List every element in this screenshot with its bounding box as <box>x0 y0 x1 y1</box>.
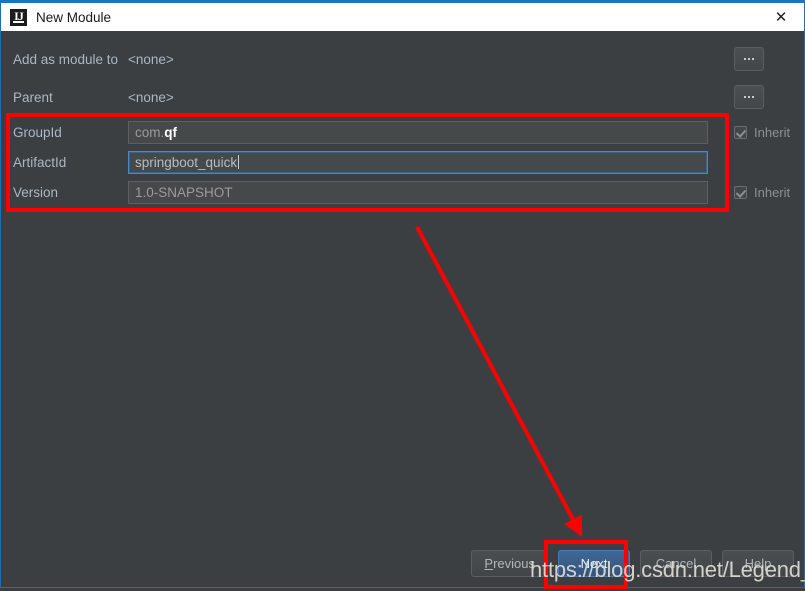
close-icon[interactable]: ✕ <box>758 3 804 31</box>
version-inherit-checkbox[interactable]: Inherit <box>734 185 790 200</box>
help-button[interactable]: Help <box>722 550 794 577</box>
row-version: Version 1.0-SNAPSHOT Inherit <box>1 180 804 204</box>
checkbox-checked-icon <box>734 185 747 199</box>
artifactid-input[interactable]: springboot_quick <box>128 150 708 174</box>
value-add-as-module-to[interactable]: <none> <box>128 52 174 67</box>
previous-button-mnemonic: P <box>484 556 494 571</box>
label-groupid: GroupId <box>13 124 62 140</box>
value-parent[interactable]: <none> <box>128 90 174 105</box>
browse-parent-button[interactable] <box>734 85 764 109</box>
row-groupid: GroupId com. qf Inherit <box>1 120 804 144</box>
row-add-as-module-to: Add as module to <none> <box>1 47 804 71</box>
window-title: New Module <box>36 9 112 25</box>
ellipsis-icon <box>744 58 754 60</box>
version-input[interactable]: 1.0-SNAPSHOT <box>128 180 708 204</box>
label-parent: Parent <box>13 89 53 105</box>
label-add-as-module-to: Add as module to <box>13 51 119 67</box>
title-bar: IJ New Module ✕ <box>1 3 804 31</box>
intellij-idea-logo-icon: IJ <box>10 8 27 26</box>
new-module-dialog: IJ New Module ✕ Add as module to <none> … <box>0 0 805 589</box>
dialog-content: Add as module to <none> Parent <none> Gr… <box>1 31 804 587</box>
version-inherit-label: Inherit <box>754 184 791 200</box>
groupid-inherit-checkbox[interactable]: Inherit <box>734 125 790 140</box>
browse-add-as-module-to-button[interactable] <box>734 47 764 71</box>
groupid-value-highlight: qf <box>164 124 178 140</box>
cancel-button[interactable]: Cancel <box>640 550 712 577</box>
groupid-input[interactable]: com. qf <box>128 120 708 144</box>
label-version: Version <box>13 184 59 200</box>
next-button[interactable]: Next <box>558 550 630 577</box>
checkbox-checked-icon <box>734 125 747 139</box>
label-artifactid: ArtifactId <box>13 154 67 170</box>
groupid-value-prefix: com. <box>135 124 165 140</box>
ellipsis-icon <box>744 96 754 98</box>
dialog-footer: Previous Next Cancel Help <box>471 550 794 577</box>
previous-button-label: revious <box>493 556 535 571</box>
row-artifactid: ArtifactId springboot_quick <box>1 150 804 174</box>
version-value: 1.0-SNAPSHOT <box>135 184 233 200</box>
artifactid-value: springboot_quick <box>135 154 238 170</box>
text-cursor <box>238 155 240 169</box>
groupid-inherit-label: Inherit <box>754 124 791 140</box>
row-parent: Parent <none> <box>1 85 804 109</box>
previous-button[interactable]: Previous <box>471 550 548 577</box>
